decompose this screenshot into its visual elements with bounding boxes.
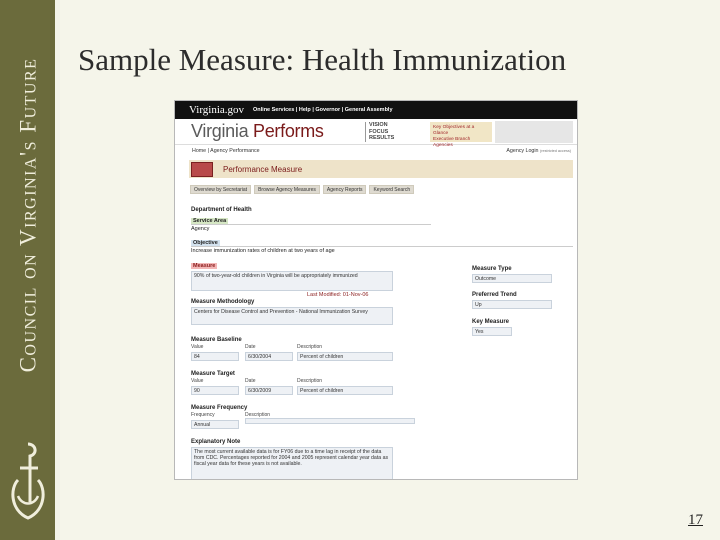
top-links[interactable]: Online Services | Help | Governor | Gene… <box>253 107 393 113</box>
objective-value: Increase immunization rates of children … <box>191 248 335 254</box>
preferred-trend-value: Up <box>472 300 552 309</box>
embedded-screenshot: Virginia.gov Online Services | Help | Go… <box>174 100 578 480</box>
agency-login[interactable]: Agency Login (restricted access) <box>506 148 571 156</box>
banner-title: Virginia Performs <box>191 121 324 142</box>
target-date: 6/30/2009 <box>245 386 293 395</box>
measure-type-label: Measure Type <box>472 266 512 272</box>
council-logo-icon <box>11 442 45 520</box>
measure-label: Measure <box>191 263 218 269</box>
breadcrumb-links[interactable]: Home | Agency Performance <box>192 148 260 156</box>
methodology-value: Centers for Disease Control and Preventi… <box>191 307 393 325</box>
capitol-image <box>495 121 573 143</box>
tab-search[interactable]: Keyword Search <box>369 185 415 194</box>
target-desc: Percent of children <box>297 386 393 395</box>
sidebar: Council on Virginia's Future <box>0 0 55 540</box>
tab-browse[interactable]: Browse Agency Measures <box>254 185 320 194</box>
banner-title-prefix: Virginia <box>191 121 254 141</box>
department-name: Department of Health <box>191 207 252 213</box>
target-date-header: Date <box>245 378 256 384</box>
service-area-row: Service Area <box>191 218 431 225</box>
vision-focus-results: VISION FOCUS RESULTS <box>365 122 394 142</box>
target-desc-header: Description <box>297 378 323 384</box>
top-bar: Virginia.gov Online Services | Help | Go… <box>175 101 577 119</box>
breadcrumb: Home | Agency Performance Agency Login (… <box>192 148 571 156</box>
last-modified: Last Modified: 01-Nov-06 <box>307 292 369 298</box>
performance-measure-title: Performance Measure <box>223 164 303 174</box>
frequency-header: Frequency <box>191 412 215 418</box>
virginia-gov-logo[interactable]: Virginia.gov <box>189 104 253 116</box>
banner: Virginia Performs VISION FOCUS RESULTS K… <box>175 119 577 148</box>
target-label: Measure Target <box>191 371 235 377</box>
explanatory-note-label: Explanatory Note <box>191 439 241 445</box>
methodology-label: Measure Methodology <box>191 299 255 305</box>
measure-type-value: Outcome <box>472 274 552 283</box>
measure-row: Measure <box>191 263 218 269</box>
key-objectives-link[interactable]: Key Objectives at a Glance Executive Bra… <box>430 122 492 148</box>
frequency-desc <box>245 418 415 424</box>
objective-label: Objective <box>191 240 220 246</box>
key-measure-label: Key Measure <box>472 319 510 325</box>
performance-measure-header: Performance Measure <box>189 160 573 178</box>
measure-value: 90% of two-year-old children in Virginia… <box>191 271 393 291</box>
baseline-desc-header: Description <box>297 344 323 350</box>
service-area-value: Agency <box>191 226 210 232</box>
banner-title-emph: Performs <box>253 121 324 141</box>
slide-title: Sample Measure: Health Immunization <box>78 42 567 77</box>
key-measure-value: Yes <box>472 327 512 336</box>
frequency-label: Measure Frequency <box>191 405 248 411</box>
sidebar-title: Council on Virginia's Future <box>15 57 41 373</box>
measure-icon <box>191 161 213 177</box>
preferred-trend-label: Preferred Trend <box>472 292 517 298</box>
baseline-date-header: Date <box>245 344 256 350</box>
service-area-label: Service Area <box>191 218 229 224</box>
explanatory-note-value: The most current available data is for F… <box>191 447 393 479</box>
tab-bar: Overview by Secretariat Browse Agency Me… <box>190 185 415 194</box>
sidebar-title-wrap: Council on Virginia's Future <box>6 20 50 410</box>
baseline-label: Measure Baseline <box>191 337 242 343</box>
baseline-value-header: Value <box>191 344 204 350</box>
baseline-date: 6/30/2004 <box>245 352 293 361</box>
baseline-desc: Percent of children <box>297 352 393 361</box>
page-number: 17 <box>688 512 703 528</box>
tab-reports[interactable]: Agency Reports <box>322 185 367 194</box>
objective-row: Objective <box>191 240 573 247</box>
target-value-header: Value <box>191 378 204 384</box>
target-value: 90 <box>191 386 239 395</box>
baseline-value: 84 <box>191 352 239 361</box>
frequency-value: Annual <box>191 420 239 429</box>
tab-overview[interactable]: Overview by Secretariat <box>190 185 252 194</box>
